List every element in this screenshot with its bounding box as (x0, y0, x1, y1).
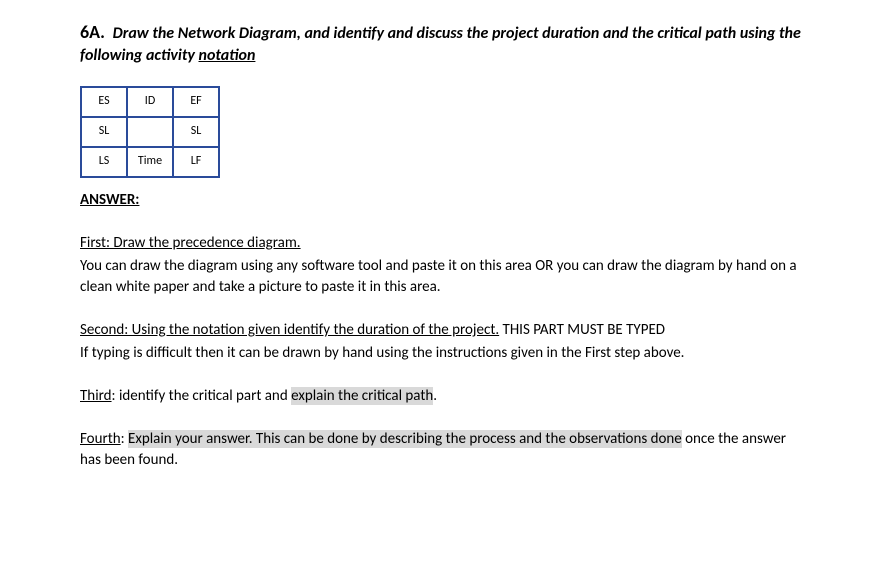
question-notation-word: notation (199, 46, 256, 65)
notation-sl-right: SL (173, 117, 219, 147)
notation-id: ID (127, 87, 173, 117)
question-number: 6A. (80, 21, 105, 43)
step-first-title: First: Draw the precedence diagram. (80, 234, 301, 252)
step-fourth: Fourth: Explain your answer. This can be… (80, 429, 801, 471)
notation-lf: LF (173, 147, 219, 177)
step-fourth-mid: : (121, 430, 128, 448)
step-fourth-highlight: Explain your answer. This can be done by… (128, 430, 682, 448)
step-second-title-suffix: THIS PART MUST BE TYPED (499, 321, 665, 339)
step-first: First: Draw the precedence diagram. You … (80, 233, 801, 298)
notation-time: Time (127, 147, 173, 177)
notation-sl-left: SL (81, 117, 127, 147)
question-heading: 6A. Draw the Network Diagram, and identi… (80, 20, 801, 68)
step-first-body: You can draw the diagram using any softw… (80, 256, 801, 298)
answer-label: ANSWER: (80, 190, 801, 211)
question-text: Draw the Network Diagram, and identify a… (80, 24, 801, 65)
notation-ef: EF (173, 87, 219, 117)
notation-ls: LS (81, 147, 127, 177)
step-second-body: If typing is difficult then it can be dr… (80, 343, 801, 364)
step-second: Second: Using the notation given identif… (80, 320, 801, 364)
notation-es: ES (81, 87, 127, 117)
step-third-highlight: explain the critical path (291, 387, 433, 405)
step-third-suffix: . (433, 387, 437, 405)
step-fourth-prefix: Fourth (80, 430, 121, 448)
step-second-title: Second: Using the notation given identif… (80, 321, 499, 339)
step-third-mid: : identify the critical part and (112, 387, 292, 405)
step-third: Third: identify the critical part and ex… (80, 386, 801, 407)
step-third-prefix: Third (80, 387, 112, 405)
notation-blank (127, 117, 173, 147)
activity-notation-table: ES ID EF SL SL LS Time LF (80, 86, 220, 178)
